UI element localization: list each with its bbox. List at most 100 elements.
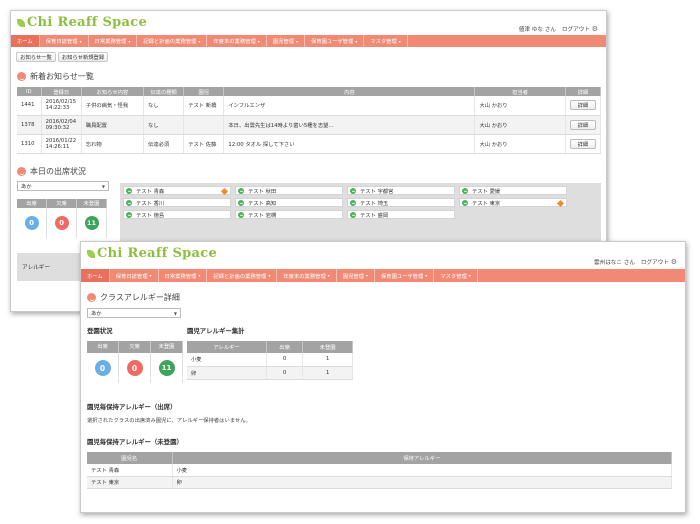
child-status-icon — [126, 187, 132, 194]
attendance-title: 本日の出席状況 — [30, 167, 86, 176]
news-id: 1378 — [17, 115, 42, 135]
nav-item[interactable]: 記録と計画の業務管理 ▾ — [207, 269, 278, 282]
detail-button[interactable]: 詳細 — [569, 100, 596, 111]
attendance-stats: 出席 0 欠席 0 未登園 11 — [87, 341, 183, 383]
nav-item[interactable]: 園児管理 ▾ — [267, 35, 305, 47]
news-date-day: 2016/02/04 — [45, 118, 77, 125]
attendance-child[interactable]: テスト 高知 — [235, 198, 343, 207]
news-content: インフルエンザ — [223, 96, 476, 116]
gear-icon: ⚙ — [591, 25, 598, 33]
table-row: 1310 2016/01/22 14:26:11 忘れ物 伝達必須 テスト 佐藤 12:00… — [17, 134, 602, 154]
news-section-title: 新着お知らせ一覧 — [17, 71, 94, 82]
absent-count: 0 — [126, 360, 143, 376]
child-name: テスト 青森 — [87, 464, 173, 477]
column-header: 詳細 — [565, 87, 602, 96]
child-name: テスト 盛岡 — [360, 212, 389, 219]
attendance-child[interactable]: テスト 埼玉 — [347, 198, 455, 207]
caret-down-icon: ▾ — [268, 273, 271, 278]
user-name: 値津 ゆな さん — [518, 27, 556, 33]
news-child: テスト 新橋 — [183, 96, 225, 116]
child-status-icon — [350, 187, 356, 194]
nav-item[interactable]: 日常業務管理 ▾ — [159, 269, 208, 282]
child-name: テスト 埼玉 — [360, 200, 389, 207]
logout-link[interactable]: ログアウト ⚙ — [641, 258, 677, 266]
news-detail-cell: 詳細 — [565, 115, 602, 135]
news-list-button[interactable]: お知らせ一覧 — [16, 52, 56, 62]
column-header: 登録日 — [41, 87, 82, 96]
news-staff: 大山 かおり — [474, 134, 566, 154]
smile-icon — [87, 293, 96, 302]
nav-item[interactable]: ホーム — [11, 35, 40, 47]
present-count: 0 — [24, 216, 39, 230]
attendance-child[interactable]: テスト 盛岡 — [347, 210, 455, 219]
attendance-child[interactable]: テスト 岩槻 — [235, 210, 343, 219]
table-row: 小麦 0 1 — [187, 353, 353, 367]
attendance-child[interactable]: テスト 東京 — [459, 198, 567, 207]
nav-item-label: 保育日誌管理 — [45, 39, 78, 45]
allergy-unregistered: 1 — [302, 353, 353, 367]
nav-item[interactable]: 年度末の業務管理 ▾ — [277, 269, 337, 282]
nav-item-label: マスタ管理 — [440, 273, 467, 280]
attendance-child[interactable]: テスト 秋田 — [235, 186, 343, 195]
child-name: テスト 香川 — [136, 200, 165, 207]
column-header: アレルギー — [187, 341, 267, 353]
table-row: 1378 2016/02/04 09:30:32 職員配置 なし 本日、出雲先生は14時よ… — [17, 115, 602, 135]
detail-button[interactable]: 詳細 — [569, 119, 596, 130]
news-type: 子供の病気・怪我 — [81, 96, 145, 116]
present-allergy-title: 園児毎保持アレルギー（出席） — [87, 403, 177, 411]
column-header: 出席 — [266, 341, 304, 353]
caret-down-icon: ▾ — [425, 273, 428, 278]
leaf-icon — [17, 18, 25, 27]
attendance-child[interactable]: テスト 青森 — [123, 186, 231, 195]
nav-item-label: マスタ管理 — [370, 39, 397, 45]
allergy-flag-icon — [556, 199, 565, 207]
news-new-button[interactable]: お知らせ新規登録 — [58, 52, 108, 62]
attendance-child[interactable]: テスト 宇都宮 — [347, 186, 455, 195]
nav-item[interactable]: ホーム — [81, 269, 110, 282]
nav-item-label: 年度末の業務管理 — [283, 273, 326, 280]
news-date-time: 14:22:33 — [45, 105, 70, 112]
allergy-summary-table: アレルギー 出席 未登園 小麦 0 1 卵 0 1 — [187, 341, 353, 380]
nav-item[interactable]: 園児管理 ▾ — [337, 269, 375, 282]
nav-item[interactable]: 保育日誌管理 ▾ — [40, 35, 89, 47]
nav-item[interactable]: 保育園ユーザ管理 ▾ — [305, 35, 365, 47]
child-status-icon — [462, 199, 468, 206]
nav-item[interactable]: 日常業務管理 ▾ — [89, 35, 138, 47]
gear-icon: ⚙ — [670, 258, 677, 266]
caret-down-icon: ▾ — [355, 38, 358, 44]
news-date: 2016/01/22 14:26:11 — [41, 134, 82, 154]
caret-down-icon: ▾ — [149, 273, 152, 278]
attendance-child[interactable]: テスト 愛媛 — [459, 186, 567, 195]
child-name: テスト 東京 — [472, 200, 501, 207]
nav-item[interactable]: 保育日誌管理 ▾ — [110, 269, 159, 282]
column-header: ID — [17, 87, 42, 96]
allergy-flag-icon — [220, 187, 229, 195]
absent-label: 欠席 — [47, 199, 77, 208]
column-header: 園児名 — [87, 452, 173, 464]
brand-logo: Chi Reaff Space — [87, 246, 217, 261]
child-status-icon — [462, 187, 468, 194]
nav-item-label: 年度末の業務管理 — [213, 39, 256, 45]
user-area: 値津 ゆな さん ログアウト ⚙ — [519, 25, 598, 33]
attendance-child[interactable]: テスト 香川 — [123, 198, 231, 207]
news-type: 忘れ物 — [81, 134, 145, 154]
unregistered-count: 11 — [158, 360, 175, 376]
logout-label: ログアウト — [640, 260, 669, 266]
nav-item[interactable]: 年度末の業務管理 ▾ — [207, 35, 267, 47]
unregistered-label: 未登園 — [151, 341, 183, 353]
news-date: 2016/02/04 09:30:32 — [41, 115, 82, 135]
nav-item[interactable]: 保育園ユーザ管理 ▾ — [375, 269, 435, 282]
nav-item[interactable]: マスタ管理 ▾ — [364, 35, 408, 47]
nav-item[interactable]: 記録と計画の業務管理 ▾ — [137, 35, 208, 47]
column-header: 未登園 — [302, 341, 353, 353]
logout-link[interactable]: ログアウト ⚙ — [562, 25, 598, 33]
news-staff: 大山 かおり — [474, 96, 566, 116]
nav-item[interactable]: マスタ管理 ▾ — [434, 269, 478, 282]
attendance-child[interactable]: テスト 徳島 — [123, 210, 231, 219]
class-select[interactable]: あか ▼ — [17, 181, 109, 191]
class-select[interactable]: あか ▼ — [87, 308, 181, 318]
table-row: テスト 東京卵 — [87, 476, 672, 489]
news-table: ID 登録日 お知らせ内容 伝達の種類 園児 内容 担当者 詳細 1441 2016/02/15… — [17, 87, 602, 154]
detail-button[interactable]: 詳細 — [569, 138, 596, 149]
smile-icon — [17, 72, 26, 81]
